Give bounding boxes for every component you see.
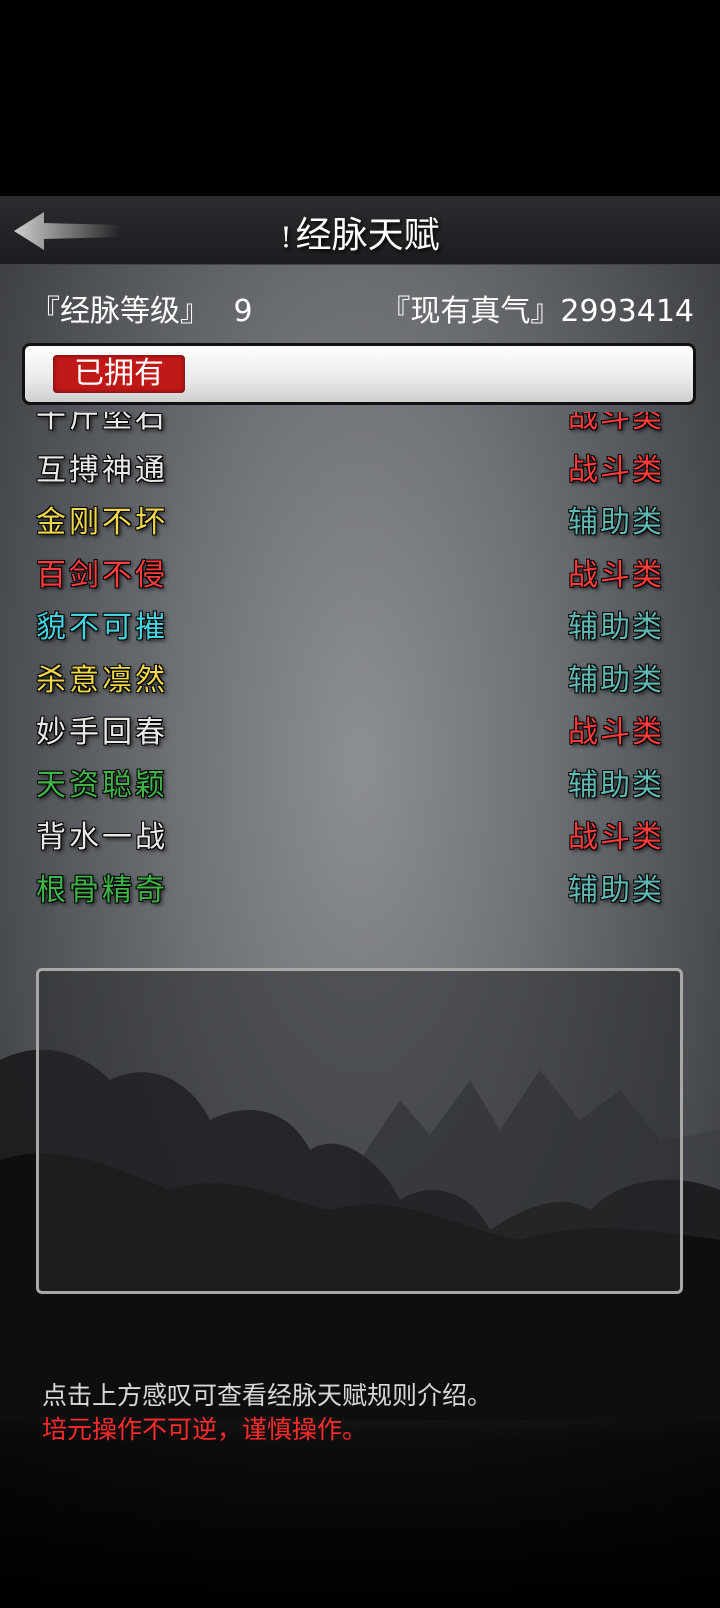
talent-name: 百剑不侵: [36, 557, 168, 593]
talent-row[interactable]: 金刚不坏 辅助类: [26, 491, 694, 543]
talent-name: 金刚不坏: [36, 505, 168, 540]
talent-type: 辅助类: [568, 505, 664, 540]
talent-type: 战斗类: [568, 715, 664, 750]
talent-row[interactable]: 千斤坠石 战斗类: [26, 412, 694, 438]
talent-name: 背水一战: [36, 820, 168, 855]
talent-row[interactable]: 背水一战 战斗类: [26, 806, 694, 858]
filter-tab-bar: 已拥有: [22, 343, 696, 405]
talent-name: 杀意凛然: [36, 662, 168, 698]
warning-text: 培元操作不可逆，谨慎操作。: [42, 1415, 368, 1444]
talent-type: 战斗类: [568, 452, 664, 488]
meridian-level-value: 9: [233, 294, 253, 329]
meridian-level: 『经脉等级』 9: [30, 286, 253, 330]
talent-name: 互搏神通: [36, 452, 168, 488]
page-title-text: 经脉天赋: [295, 215, 440, 256]
talent-row[interactable]: 根骨精奇 辅助类: [26, 859, 694, 911]
description-panel: [36, 968, 683, 1294]
talent-row[interactable]: 天资聪颖 辅助类: [26, 754, 694, 806]
talent-name: 天资聪颖: [36, 767, 168, 803]
talent-row[interactable]: 杀意凛然 辅助类: [26, 649, 694, 701]
talent-row[interactable]: 貌不可摧 辅助类: [26, 596, 694, 648]
talent-row[interactable]: 百剑不侵 战斗类: [26, 544, 694, 596]
talent-type: 战斗类: [568, 412, 664, 435]
tab-owned[interactable]: 已拥有: [53, 355, 185, 393]
talent-name: 貌不可摧: [36, 610, 168, 645]
talent-type: 辅助类: [568, 662, 664, 698]
talent-type: 辅助类: [568, 872, 664, 908]
current-qi-label: 『现有真气』: [380, 294, 561, 329]
talent-list[interactable]: 千斤坠石 战斗类 互搏神通 战斗类 金刚不坏 辅助类 百剑不侵 战斗类 貌不可摧 辅助类 杀意凛然辅…: [26, 412, 694, 924]
meridian-level-label: 『经脉等级』: [30, 294, 210, 329]
current-qi: 『现有真气』2993414: [380, 286, 694, 330]
talent-type: 战斗类: [568, 820, 664, 855]
page-title: ! 经脉天赋: [0, 206, 720, 258]
info-exclamation-button[interactable]: !: [280, 221, 291, 254]
talent-type: 战斗类: [568, 557, 664, 593]
talent-type: 辅助类: [568, 610, 664, 645]
talent-row[interactable]: 妙手回春 战斗类: [26, 701, 694, 753]
talent-name: 千斤坠石: [36, 412, 168, 435]
talent-name: 妙手回春: [36, 715, 168, 750]
talent-name: 根骨精奇: [36, 872, 168, 908]
talent-row[interactable]: 互搏神通 战斗类: [26, 439, 694, 491]
stats-row: 『经脉等级』 9 『现有真气』2993414: [0, 286, 720, 330]
current-qi-value: 2993414: [560, 294, 694, 329]
rules-hint-text: 点击上方感叹可查看经脉天赋规则介绍。: [42, 1381, 493, 1410]
talent-type: 辅助类: [568, 767, 664, 803]
